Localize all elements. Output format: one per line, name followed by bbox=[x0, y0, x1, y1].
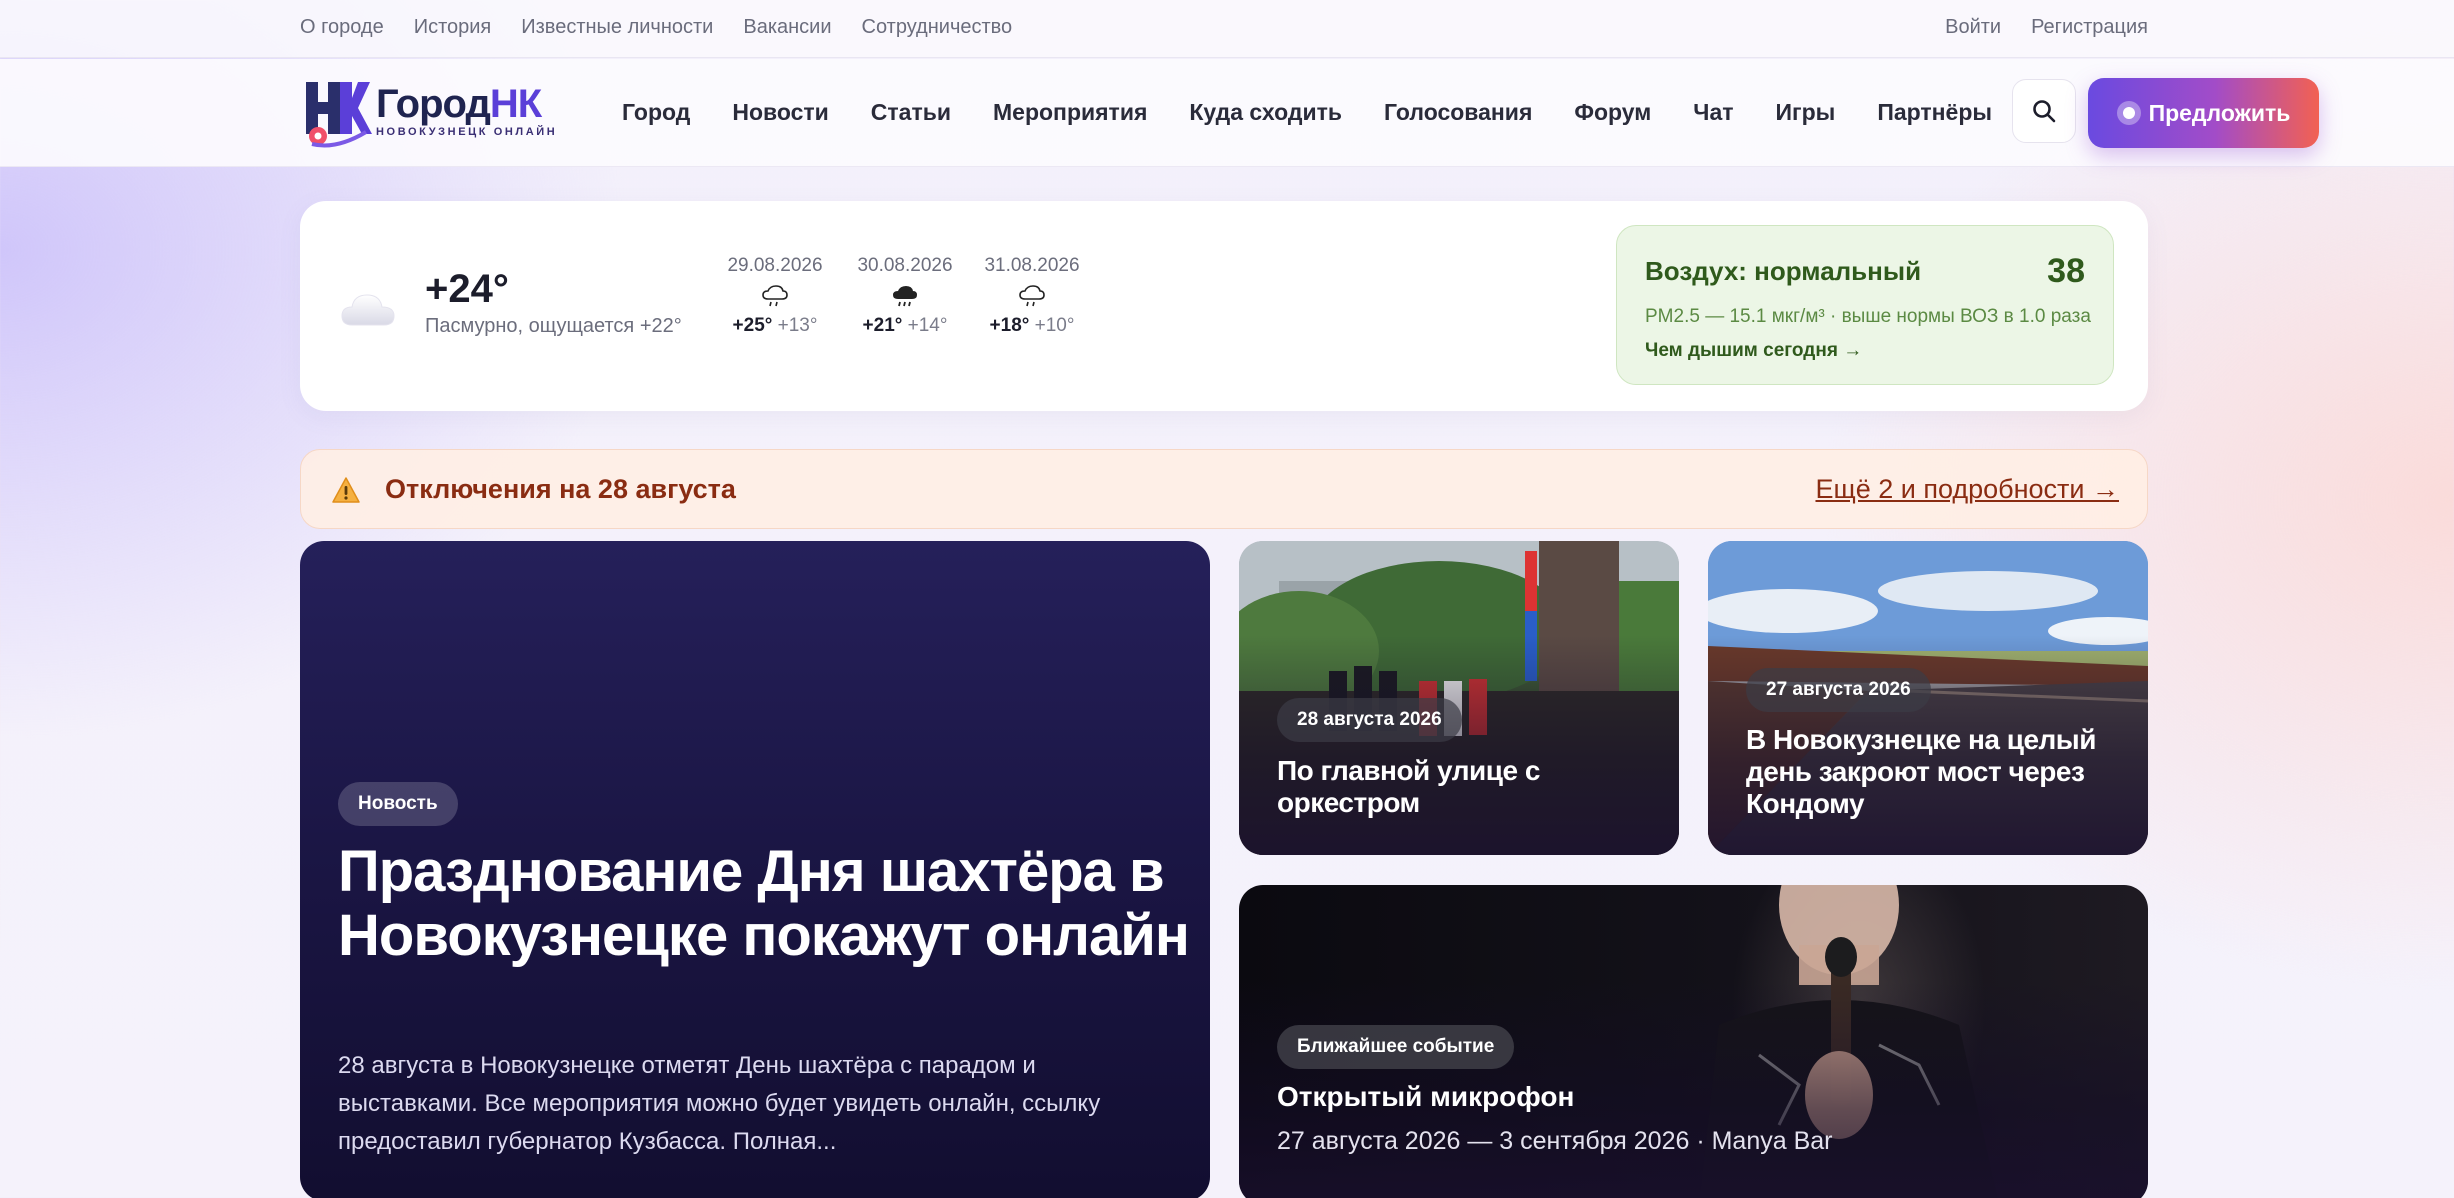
logo-wordmark: ГородНК НОВОКУЗНЕЦК ОНЛАЙН bbox=[376, 84, 557, 138]
record-dot-icon bbox=[2116, 101, 2141, 125]
register-link[interactable]: Регистрация bbox=[2031, 16, 2148, 39]
nav-item-votes[interactable]: Голосования bbox=[1384, 99, 1532, 126]
alert-title: Отключения на 28 августа bbox=[385, 474, 736, 504]
news-title: По главной улице с оркестром bbox=[1277, 755, 1540, 818]
category-badge: Новость bbox=[338, 782, 458, 826]
logo-title-word: Город bbox=[376, 82, 491, 126]
top-link-vacancies[interactable]: Вакансии bbox=[743, 16, 831, 39]
primary-menu: Город Новости Статьи Мероприятия Куда сх… bbox=[622, 99, 2034, 126]
forecast-date: 29.08.2026 bbox=[727, 255, 823, 276]
forecast-high: +21° bbox=[862, 315, 903, 336]
forecast-low: +14° bbox=[907, 315, 948, 336]
news-card[interactable]: 27 августа 2026 В Новокузнецке на целый … bbox=[1708, 541, 2148, 855]
current-temperature: +24° bbox=[425, 267, 509, 311]
nav-item-forum[interactable]: Форум bbox=[1574, 99, 1651, 126]
logo-subtitle: НОВОКУЗНЕЦК ОНЛАЙН bbox=[376, 126, 558, 138]
air-quality-title: Воздух: нормальный bbox=[1645, 256, 1922, 286]
weather-description: Пасмурно, ощущается +22° bbox=[425, 315, 682, 337]
main-navigation: ГородНК НОВОКУЗНЕЦК ОНЛАЙН Город Новости… bbox=[0, 59, 2454, 167]
featured-news-excerpt: 28 августа в Новокузнецке отметят День ш… bbox=[338, 1052, 1101, 1155]
nav-item-news[interactable]: Новости bbox=[732, 99, 828, 126]
upcoming-event-card[interactable]: Ближайшее событие Открытый микрофон 27 а… bbox=[1239, 885, 2148, 1198]
forecast-low: +10° bbox=[1034, 315, 1075, 336]
forecast-day: 31.08.2026 +18° +10° bbox=[977, 255, 1087, 337]
nav-item-chat[interactable]: Чат bbox=[1693, 99, 1733, 126]
forecast-day: 30.08.2026 +21° +14° bbox=[850, 255, 960, 337]
news-card[interactable]: 28 августа 2026 По главной улице с оркес… bbox=[1239, 541, 1679, 855]
site-logo[interactable]: ГородНК НОВОКУЗНЕЦК ОНЛАЙН bbox=[300, 72, 557, 150]
search-icon bbox=[2033, 100, 2056, 123]
nav-item-city[interactable]: Город bbox=[622, 99, 690, 126]
air-quality-description: PM2.5 — 15.1 мкг/м³ · выше нормы ВОЗ в 1… bbox=[1645, 306, 2091, 327]
logo-title: ГородНК bbox=[376, 84, 557, 124]
nav-item-where-to-go[interactable]: Куда сходить bbox=[1189, 99, 1342, 126]
event-badge: Ближайшее событие bbox=[1277, 1025, 1515, 1069]
propose-button-label: Предложить bbox=[2148, 99, 2291, 126]
cloud-heavy-rain-icon bbox=[850, 277, 960, 315]
nav-item-events[interactable]: Мероприятия bbox=[993, 99, 1147, 126]
top-link-about-city[interactable]: О городе bbox=[300, 16, 384, 39]
warning-icon bbox=[332, 477, 360, 503]
alert-more-link[interactable]: Ещё 2 и подробности → bbox=[1815, 474, 2119, 505]
forecast-date: 31.08.2026 bbox=[984, 255, 1080, 276]
featured-news-card[interactable]: Новость Празднование Дня шахтёра в Новок… bbox=[300, 541, 1210, 1198]
login-link[interactable]: Войти bbox=[1945, 16, 2001, 39]
nav-item-games[interactable]: Игры bbox=[1776, 99, 1836, 126]
event-title: Открытый микрофон bbox=[1277, 1081, 1575, 1112]
forecast-high: +25° bbox=[732, 315, 773, 336]
event-dates-venue: 27 августа 2026 — 3 сентября 2026 · Many… bbox=[1277, 1127, 1833, 1155]
air-quality-link[interactable]: Чем дышим сегодня → bbox=[1645, 340, 1862, 362]
forecast-date: 30.08.2026 bbox=[857, 255, 953, 276]
logo-title-accent: НК bbox=[489, 82, 542, 126]
air-quality-index: 38 bbox=[2047, 252, 2085, 290]
featured-news-title: Празднование Дня шахтёра в Новокузнецке … bbox=[338, 839, 1190, 968]
news-title: В Новокузнецке на целый день закроют мос… bbox=[1746, 724, 2096, 819]
top-link-cooperation[interactable]: Сотрудничество bbox=[862, 16, 1013, 39]
search-button[interactable] bbox=[2012, 79, 2076, 143]
weather-card: +24° Пасмурно, ощущается +22° 29.08.2026… bbox=[300, 201, 2148, 411]
outage-alert: Отключения на 28 августа Ещё 2 и подробн… bbox=[300, 449, 2148, 529]
forecast-high: +18° bbox=[989, 315, 1030, 336]
auth-links: Войти Регистрация bbox=[1945, 16, 2148, 39]
top-utility-bar: О городе История Известные личности Вака… bbox=[0, 0, 2454, 58]
top-link-famous-people[interactable]: Известные личности bbox=[521, 16, 713, 39]
cloud-icon bbox=[341, 294, 395, 326]
cloud-rain-icon bbox=[977, 277, 1087, 315]
forecast-day: 29.08.2026 +25° +13° bbox=[720, 255, 830, 337]
date-badge: 28 августа 2026 bbox=[1277, 698, 1462, 742]
top-link-history[interactable]: История bbox=[414, 16, 492, 39]
date-badge: 27 августа 2026 bbox=[1746, 668, 1931, 712]
nav-item-articles[interactable]: Статьи bbox=[871, 99, 951, 126]
top-links: О городе История Известные личности Вака… bbox=[300, 16, 1012, 39]
air-quality-panel: Воздух: нормальный 38 PM2.5 — 15.1 мкг/м… bbox=[1616, 225, 2114, 385]
logo-mark-icon bbox=[306, 82, 372, 148]
forecast-low: +13° bbox=[777, 315, 818, 336]
nav-item-partners[interactable]: Партнёры bbox=[1877, 99, 1992, 126]
cloud-rain-icon bbox=[720, 277, 830, 315]
propose-button[interactable]: Предложить bbox=[2088, 78, 2319, 148]
